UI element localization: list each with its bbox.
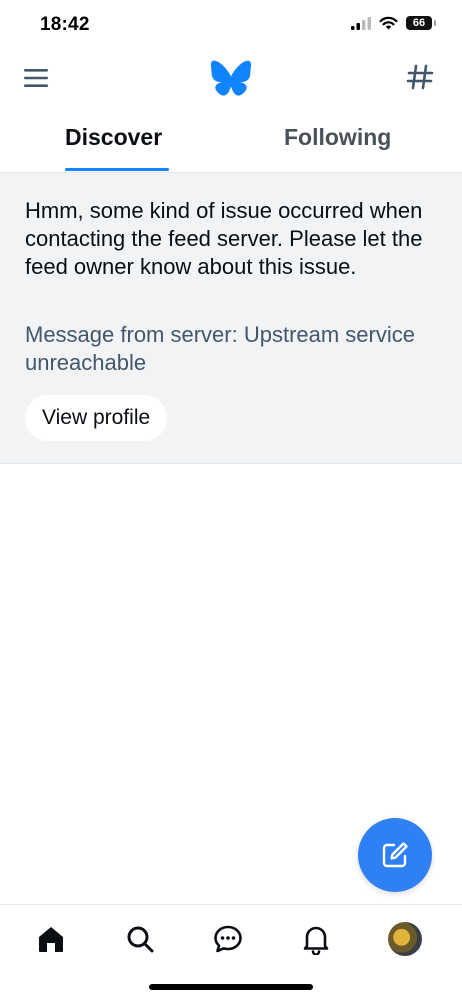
bluesky-logo — [211, 60, 251, 96]
nav-notifications[interactable] — [298, 921, 334, 957]
app-screen: 18:42 66 Discover Following Hmm, some ki… — [0, 0, 462, 1000]
home-icon — [39, 927, 63, 952]
status-bar: 18:42 66 — [0, 0, 462, 52]
active-tab-indicator — [65, 168, 169, 171]
error-message: Hmm, some kind of issue occurred when co… — [25, 198, 423, 279]
status-time: 18:42 — [40, 14, 90, 35]
feed-error-panel: Hmm, some kind of issue occurred when co… — [0, 173, 462, 464]
bottom-nav — [0, 904, 462, 975]
top-header — [0, 52, 462, 104]
tab-discover[interactable]: Discover — [65, 124, 162, 151]
server-message: Message from server: Upstream service un… — [25, 322, 415, 375]
menu-button[interactable] — [22, 64, 52, 92]
search-icon — [127, 926, 154, 953]
avatar — [388, 922, 422, 956]
compose-button[interactable] — [358, 818, 432, 892]
battery-icon: 66 — [406, 16, 436, 30]
hash-icon — [406, 64, 434, 90]
view-profile-button[interactable]: View profile — [25, 395, 168, 441]
nav-home[interactable] — [33, 921, 69, 957]
bell-icon — [303, 926, 329, 955]
home-indicator — [149, 984, 313, 990]
feed-tabs: Discover Following — [0, 110, 462, 173]
status-icons: 66 — [351, 16, 436, 30]
compose-icon — [382, 842, 408, 868]
chat-icon — [214, 925, 242, 953]
nav-search[interactable] — [122, 921, 158, 957]
nav-chat[interactable] — [210, 921, 246, 957]
tab-following[interactable]: Following — [284, 124, 391, 151]
nav-profile[interactable] — [387, 921, 423, 957]
signal-icon — [351, 16, 371, 30]
feeds-button[interactable] — [406, 62, 434, 92]
menu-icon — [24, 69, 48, 87]
wifi-icon — [379, 16, 398, 30]
battery-level: 66 — [412, 17, 426, 29]
